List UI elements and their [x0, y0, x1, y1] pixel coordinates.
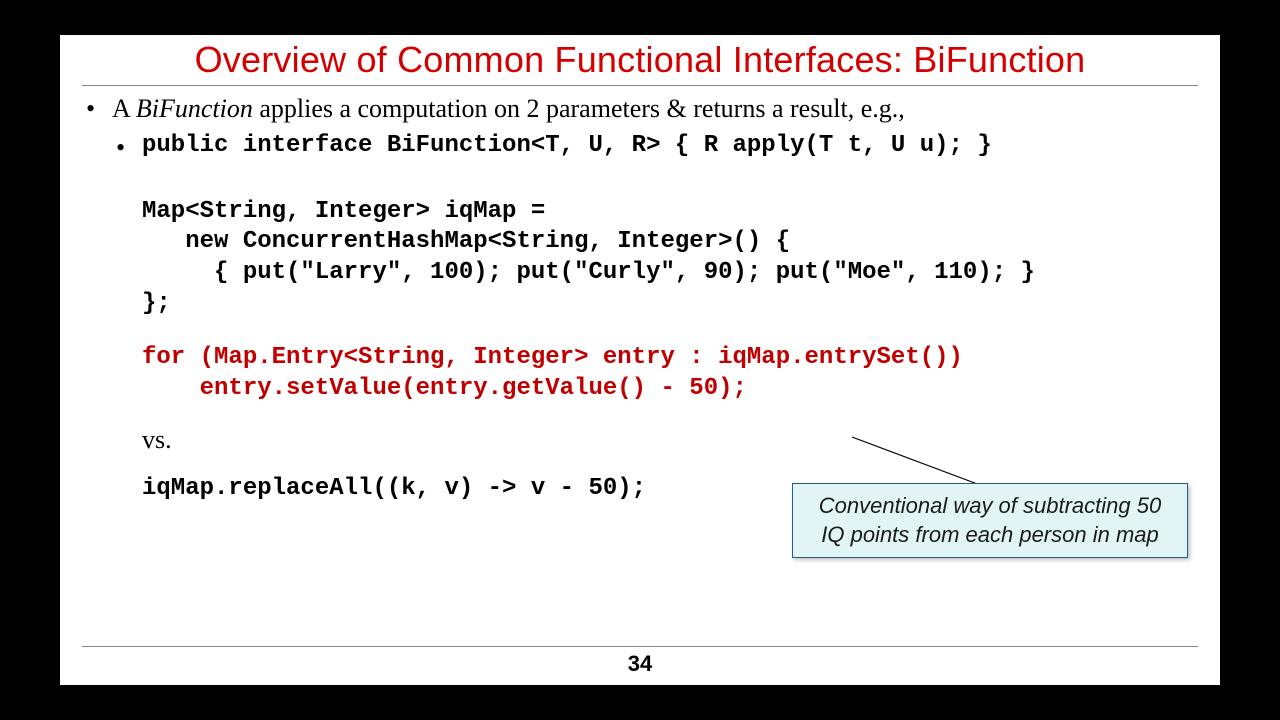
- callout-box: Conventional way of subtracting 50 IQ po…: [792, 483, 1188, 558]
- text-suffix: applies a computation on 2 parameters & …: [253, 94, 905, 123]
- code-for-loop: for (Map.Entry<String, Integer> entry : …: [86, 343, 1198, 404]
- bullet-level-1: • A BiFunction applies a computation on …: [86, 92, 1198, 125]
- slide-body: • A BiFunction applies a computation on …: [82, 92, 1198, 505]
- code-map-init: Map<String, Integer> iqMap = new Concurr…: [86, 197, 1198, 320]
- page-number: 34: [82, 646, 1198, 677]
- bullet-text: A BiFunction applies a computation on 2 …: [112, 92, 905, 125]
- bullet-level-2: • public interface BiFunction<T, U, R> {…: [86, 131, 1198, 164]
- text-emphasis: BiFunction: [136, 94, 253, 123]
- vs-label: vs.: [86, 423, 1198, 456]
- slide-title: Overview of Common Functional Interfaces…: [82, 39, 1198, 86]
- slide: Overview of Common Functional Interfaces…: [60, 35, 1220, 685]
- bullet-dot: •: [116, 131, 142, 164]
- bullet-dot: •: [86, 92, 112, 125]
- text-prefix: A: [112, 94, 136, 123]
- interface-declaration: public interface BiFunction<T, U, R> { R…: [142, 131, 992, 164]
